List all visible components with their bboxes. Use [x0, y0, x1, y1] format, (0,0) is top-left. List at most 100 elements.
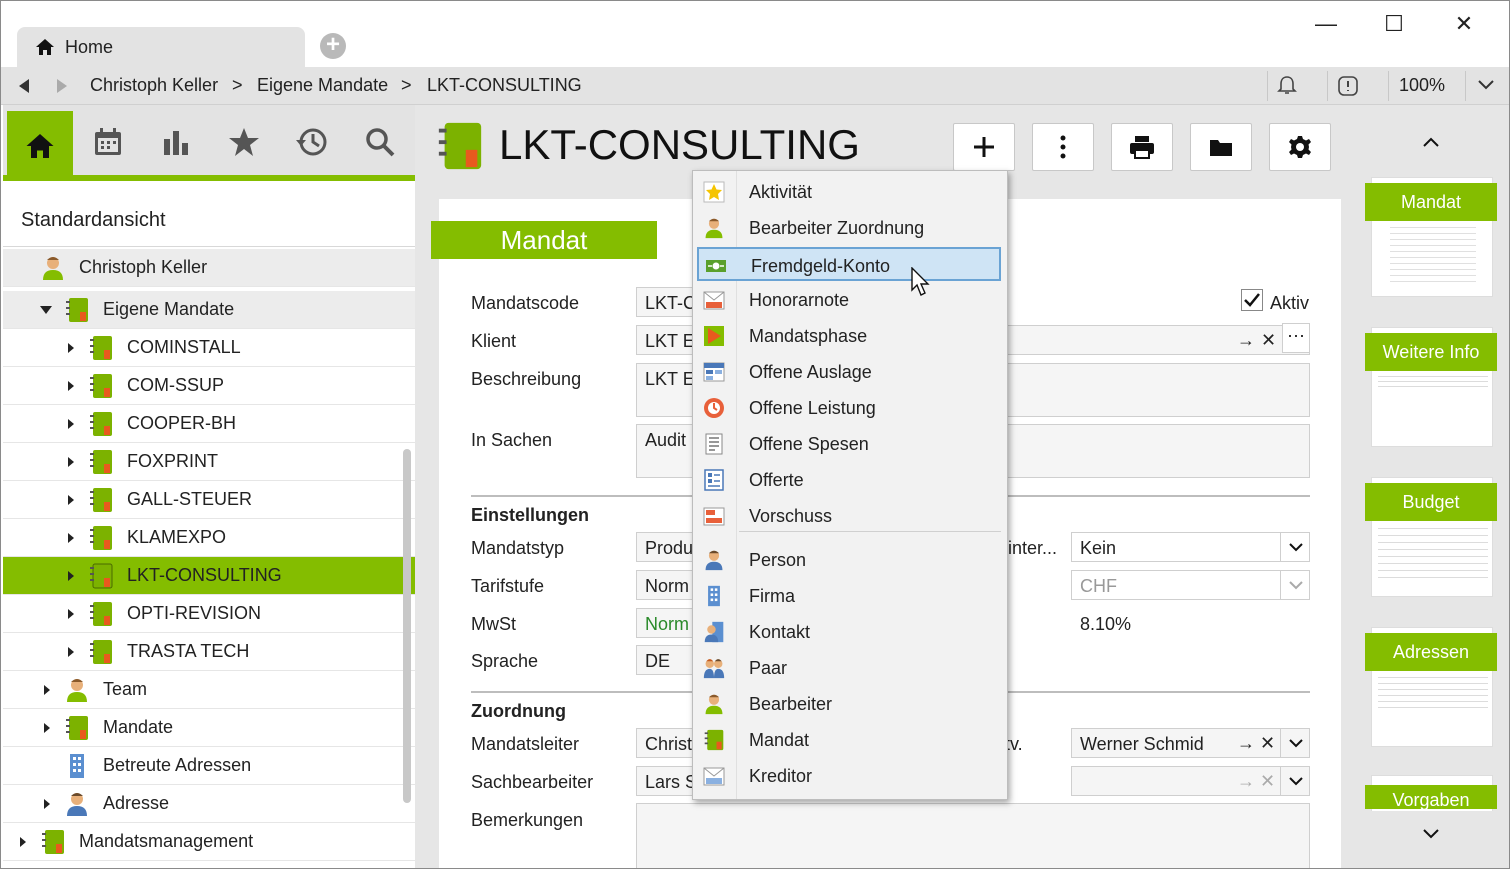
- home-tab[interactable]: [7, 111, 73, 181]
- chevron-down-icon[interactable]: [1478, 80, 1494, 90]
- select-field-2[interactable]: CHF: [1071, 570, 1310, 600]
- calendar-tab[interactable]: [75, 109, 141, 175]
- select-field-1[interactable]: Kein: [1071, 532, 1310, 562]
- dropdown-button[interactable]: [1280, 766, 1310, 796]
- tree-item[interactable]: Christoph Keller: [3, 249, 415, 287]
- menu-item[interactable]: Honorarnote: [697, 283, 1001, 317]
- collapsed-arrow-icon[interactable]: [67, 532, 75, 544]
- favorites-tab[interactable]: [211, 109, 277, 175]
- thumbnail-label[interactable]: Budget: [1365, 483, 1497, 521]
- clear-icon[interactable]: ✕: [1260, 771, 1275, 792]
- breadcrumb-item[interactable]: Eigene Mandate: [257, 75, 388, 96]
- tree-item[interactable]: Adresse: [3, 785, 415, 823]
- sidebar-scrollbar[interactable]: [403, 449, 411, 803]
- add-button[interactable]: [953, 123, 1015, 171]
- tree-item[interactable]: Team: [3, 671, 415, 709]
- sachbearbeiter-field[interactable]: Lars S: [636, 766, 696, 796]
- mandatstyp-select[interactable]: Produ: [636, 532, 696, 562]
- menu-item[interactable]: Kreditor: [697, 759, 1001, 793]
- collapsed-arrow-icon[interactable]: [67, 494, 75, 506]
- menu-item[interactable]: Bearbeiter: [697, 687, 1001, 721]
- zoom-level[interactable]: 100%: [1399, 75, 1445, 96]
- menu-item[interactable]: Aktivität: [697, 175, 1001, 209]
- expanded-arrow-icon[interactable]: [39, 305, 53, 315]
- menu-item[interactable]: Paar: [697, 651, 1001, 685]
- thumbnail-label[interactable]: Vorgaben: [1365, 785, 1497, 809]
- folder-button[interactable]: [1190, 123, 1252, 171]
- mandatsleiter-field[interactable]: Christ: [636, 728, 696, 758]
- clear-icon[interactable]: ✕: [1260, 733, 1275, 754]
- thumbnail-label[interactable]: Weitere Info: [1365, 333, 1497, 371]
- menu-item[interactable]: Firma: [697, 579, 1001, 613]
- collapsed-arrow-icon[interactable]: [43, 684, 51, 696]
- clear-icon[interactable]: ✕: [1261, 330, 1276, 351]
- chevron-down-icon[interactable]: [1423, 829, 1439, 839]
- collapsed-arrow-icon[interactable]: [67, 646, 75, 658]
- navigate-arrow-icon[interactable]: →: [1237, 771, 1255, 792]
- more-horizontal-button[interactable]: ⋯: [1282, 323, 1310, 353]
- thumbnail-label[interactable]: Mandat: [1365, 183, 1497, 221]
- collapsed-arrow-icon[interactable]: [67, 608, 75, 620]
- add-tab-button[interactable]: +: [320, 33, 346, 59]
- maximize-button[interactable]: ☐: [1371, 9, 1417, 39]
- breadcrumb-item[interactable]: Christoph Keller: [90, 75, 218, 96]
- more-button[interactable]: [1032, 123, 1094, 171]
- collapsed-arrow-icon[interactable]: [67, 418, 75, 430]
- tree-item[interactable]: Betreute Adressen: [3, 747, 415, 785]
- breadcrumb-item[interactable]: LKT-CONSULTING: [427, 75, 582, 96]
- tree-item[interactable]: KLAMEXPO: [3, 519, 415, 557]
- bemerkungen-field[interactable]: [636, 803, 1310, 868]
- forward-icon[interactable]: [55, 78, 69, 94]
- tree-item[interactable]: TRASTA TECH: [3, 633, 415, 671]
- tree-item-selected[interactable]: LKT-CONSULTING: [3, 557, 415, 595]
- collapsed-arrow-icon[interactable]: [67, 380, 75, 392]
- collapsed-arrow-icon[interactable]: [67, 342, 75, 354]
- dropdown-button[interactable]: [1280, 570, 1310, 600]
- tab-home[interactable]: Home: [17, 27, 305, 67]
- tree-item[interactable]: GALL-STEUER: [3, 481, 415, 519]
- bell-icon[interactable]: [1277, 75, 1297, 97]
- tarifstufe-select[interactable]: Norm: [636, 570, 696, 600]
- menu-item[interactable]: Mandatsphase: [697, 319, 1001, 353]
- menu-item-highlighted[interactable]: Fremdgeld-Konto: [697, 247, 1001, 281]
- back-icon[interactable]: [17, 78, 31, 94]
- menu-item[interactable]: Offene Leistung: [697, 391, 1001, 425]
- mwst-select[interactable]: Norm: [636, 608, 696, 638]
- menu-item[interactable]: Kontakt: [697, 615, 1001, 649]
- search-tab[interactable]: [347, 109, 413, 175]
- tree-item[interactable]: COOPER-BH: [3, 405, 415, 443]
- menu-item[interactable]: Vorschuss: [697, 499, 1001, 533]
- collapsed-arrow-icon[interactable]: [67, 456, 75, 468]
- menu-item[interactable]: Bearbeiter Zuordnung: [697, 211, 1001, 245]
- collapsed-arrow-icon[interactable]: [43, 722, 51, 734]
- mandatscode-field[interactable]: LKT-C: [636, 287, 696, 317]
- menu-item[interactable]: Mandat: [697, 723, 1001, 757]
- alert-icon[interactable]: [1338, 76, 1358, 96]
- chevron-up-icon[interactable]: [1423, 137, 1439, 147]
- history-tab[interactable]: [279, 109, 345, 175]
- menu-item[interactable]: Person: [697, 543, 1001, 577]
- tree-item[interactable]: Eigene Mandate: [3, 291, 415, 329]
- menu-item[interactable]: Offene Spesen: [697, 427, 1001, 461]
- menu-item[interactable]: Offene Auslage: [697, 355, 1001, 389]
- dropdown-button[interactable]: [1280, 728, 1310, 758]
- sprache-select[interactable]: DE: [636, 645, 696, 675]
- tree-item[interactable]: Mandate: [3, 709, 415, 747]
- tree-item[interactable]: COM-SSUP: [3, 367, 415, 405]
- navigate-arrow-icon[interactable]: →: [1237, 330, 1255, 351]
- menu-item[interactable]: Offerte: [697, 463, 1001, 497]
- view-title[interactable]: Standardansicht: [3, 187, 415, 247]
- aktiv-checkbox[interactable]: [1241, 289, 1263, 311]
- collapsed-arrow-icon[interactable]: [43, 798, 51, 810]
- minimize-button[interactable]: —: [1303, 9, 1349, 39]
- navigate-arrow-icon[interactable]: →: [1237, 733, 1255, 754]
- tree-item[interactable]: Mandatsmanagement: [3, 823, 415, 861]
- statistics-tab[interactable]: [143, 109, 209, 175]
- dropdown-button[interactable]: [1280, 532, 1310, 562]
- close-button[interactable]: ✕: [1441, 9, 1487, 39]
- print-button[interactable]: [1111, 123, 1173, 171]
- settings-button[interactable]: [1269, 123, 1331, 171]
- collapsed-arrow-icon[interactable]: [19, 836, 27, 848]
- collapsed-arrow-icon[interactable]: [67, 570, 75, 582]
- tree-item[interactable]: COMINSTALL: [3, 329, 415, 367]
